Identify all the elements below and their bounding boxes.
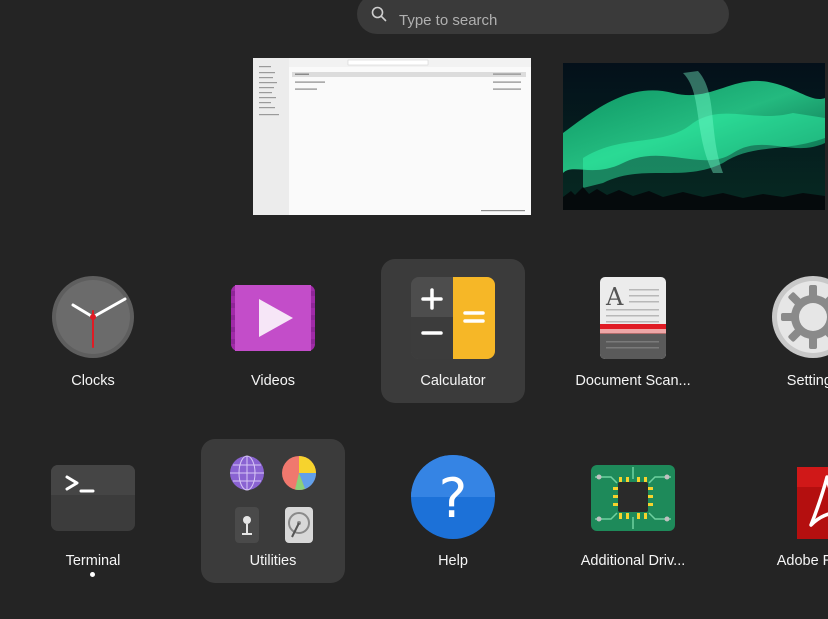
search-icon [371, 6, 387, 22]
folder-icon [229, 455, 317, 543]
app-settings[interactable]: Settings [741, 259, 828, 403]
disk-icon [285, 507, 313, 543]
app-label: Utilities [249, 553, 297, 569]
app-label: Adobe Rea [776, 553, 828, 569]
app-adobe-reader[interactable]: Adobe Rea [741, 439, 828, 583]
search-bar[interactable] [357, 0, 729, 40]
clock-icon [51, 275, 135, 359]
app-videos[interactable]: Videos [201, 259, 345, 403]
app-label: Help [438, 553, 468, 569]
svg-text:A: A [605, 283, 624, 311]
svg-text:?: ? [439, 467, 468, 530]
app-calculator[interactable]: Calculator [381, 259, 525, 403]
calculator-icon [411, 275, 495, 359]
app-document-scanner[interactable]: A Document Scan... [561, 259, 705, 403]
app-terminal[interactable]: Terminal [21, 439, 165, 583]
app-label: Document Scan... [575, 373, 691, 389]
help-icon: ? [411, 455, 495, 539]
search-input[interactable] [399, 0, 709, 40]
app-clocks[interactable]: Clocks [21, 259, 165, 403]
file-manager-window-preview [253, 58, 531, 215]
audio-recorder-icon [235, 507, 259, 543]
app-additional-drivers[interactable]: Additional Driv... [561, 439, 705, 583]
running-indicator [90, 572, 95, 577]
app-label: Videos [250, 373, 296, 389]
app-label: Calculator [420, 373, 486, 389]
adobe-reader-icon [771, 455, 828, 539]
app-label: Clocks [71, 373, 115, 389]
aurora-wallpaper-preview [563, 63, 825, 210]
terminal-icon [51, 455, 135, 539]
app-folder-utilities[interactable]: Utilities [201, 439, 345, 583]
app-label: Settings [786, 373, 828, 389]
chip-icon [591, 455, 675, 539]
gear-icon [771, 275, 828, 359]
app-label: Terminal [65, 553, 121, 569]
app-help[interactable]: ? Help [381, 439, 525, 583]
pie-chart-icon [282, 456, 317, 491]
network-globe-icon [230, 455, 264, 491]
video-play-icon [231, 275, 315, 359]
document-scanner-icon: A [591, 275, 675, 359]
app-label: Additional Driv... [580, 553, 686, 569]
workspace-thumbnail-1[interactable] [253, 58, 531, 215]
workspace-thumbnail-2[interactable] [563, 63, 825, 210]
